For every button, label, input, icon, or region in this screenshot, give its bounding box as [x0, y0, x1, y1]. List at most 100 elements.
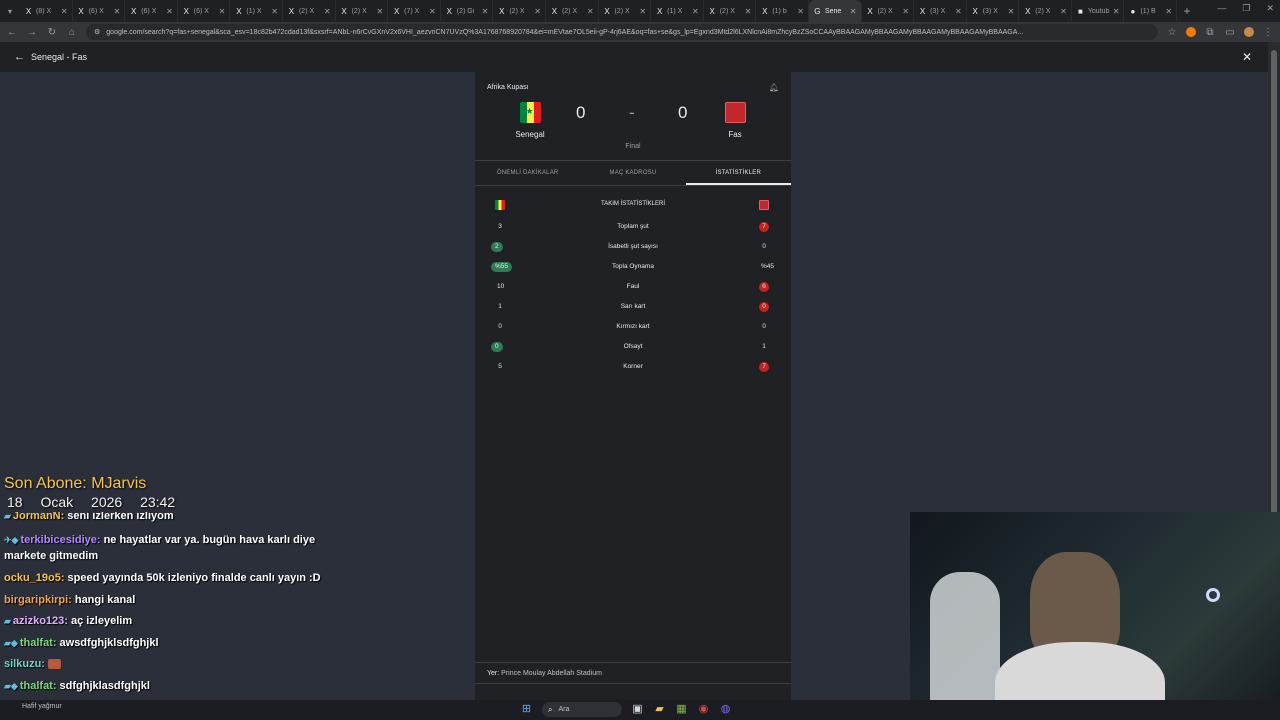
chat-username[interactable]: birgaripkirpi: — [4, 594, 72, 606]
tab-close-icon[interactable]: ✕ — [1060, 7, 1067, 16]
tab-close-icon[interactable]: ✕ — [955, 7, 962, 16]
browser-tab[interactable]: X (2) Gi ✕ — [441, 0, 494, 22]
chat-username[interactable]: azizko123: — [13, 615, 68, 627]
tab-close-icon[interactable]: ✕ — [1008, 7, 1015, 16]
tab-close-icon[interactable]: ✕ — [797, 7, 804, 16]
home-icon[interactable]: ⌂ — [66, 27, 78, 38]
tab-close-icon[interactable]: ✕ — [1113, 7, 1120, 16]
tab-statistics[interactable]: İSTATİSTİKLER — [685, 161, 791, 185]
stat-name: Sarı kart — [620, 303, 646, 310]
tab-close-icon[interactable]: ✕ — [166, 7, 173, 16]
tab-close-icon[interactable]: ✕ — [902, 7, 909, 16]
tab-close-icon[interactable]: ✕ — [61, 7, 68, 16]
tab-close-icon[interactable]: ✕ — [850, 7, 857, 16]
profile-avatar[interactable] — [1244, 27, 1254, 37]
tab-close-icon[interactable]: ✕ — [534, 7, 541, 16]
browser-tab[interactable]: X (2) X ✕ — [599, 0, 652, 22]
tab-search-chevron-icon[interactable]: ▾ — [0, 7, 20, 16]
tab-title: (2) Gi — [456, 7, 475, 15]
tab-close-icon[interactable]: ✕ — [1165, 7, 1172, 16]
browser-tab[interactable]: X (2) X ✕ — [1019, 0, 1072, 22]
browser-tab[interactable]: G Sene ✕ — [808, 0, 862, 22]
browser-tab[interactable]: X (6) X ✕ — [178, 0, 231, 22]
tab-close-icon[interactable]: ✕ — [219, 7, 226, 16]
tab-key-moments[interactable]: ÖNEMLİ DAKİKALAR — [475, 161, 580, 185]
close-icon[interactable]: ✕ — [1242, 50, 1252, 64]
browser-tab[interactable]: X (2) X ✕ — [546, 0, 599, 22]
menu-dots-icon[interactable]: ⋮ — [1262, 27, 1274, 38]
webcam-feed — [910, 512, 1280, 720]
stream-chat: ▰ JormanN: seni izlerken izliyom ✈◆ terkibic… — [4, 512, 364, 700]
stat-row: 0 Kırmızı kart 0 — [475, 321, 791, 335]
chat-username[interactable]: thalfat: — [20, 680, 57, 692]
url-field[interactable]: ⚙ google.com/search?q=fas+senegal&sca_es… — [86, 24, 1158, 40]
weather-widget[interactable]: Hafif yağmur — [22, 703, 62, 710]
minimize-icon[interactable]: — — [1217, 3, 1226, 14]
app-icon[interactable]: ▦ — [675, 703, 688, 716]
tab-close-icon[interactable]: ✕ — [482, 7, 489, 16]
browser-tab[interactable]: X (3) X ✕ — [967, 0, 1020, 22]
away-team[interactable]: Fas — [700, 102, 770, 139]
stat-name: Kırmızı kart — [616, 323, 650, 330]
back-arrow-icon[interactable]: ← — [6, 27, 18, 38]
chat-message: ▰ JormanN: seni izlerken izliyom — [4, 512, 354, 524]
back-arrow-icon[interactable]: ← — [14, 51, 25, 63]
site-info-icon[interactable]: ⚙ — [94, 28, 100, 36]
windows-start-icon[interactable]: ⊞ — [520, 703, 533, 716]
close-window-icon[interactable]: ✕ — [1266, 3, 1274, 14]
browser-tab[interactable]: X (2) X ✕ — [283, 0, 336, 22]
chat-message: ▰◆ thalfat: awsdfghjklsdfghjkl — [4, 635, 354, 651]
file-explorer-icon[interactable]: ▰ — [653, 703, 666, 716]
browser-tab[interactable]: ● (1) B ✕ — [1124, 0, 1178, 22]
tab-close-icon[interactable]: ✕ — [745, 7, 752, 16]
chat-username[interactable]: ocku_19o5: — [4, 572, 65, 584]
tab-title: (7) X — [404, 7, 420, 15]
taskbar-search[interactable]: ⌕ Ara — [542, 702, 622, 717]
home-team[interactable]: Senegal — [495, 102, 565, 139]
search-placeholder: Ara — [558, 706, 570, 713]
tab-close-icon[interactable]: ✕ — [113, 7, 120, 16]
tab-close-icon[interactable]: ✕ — [376, 7, 383, 16]
browser-tab[interactable]: X (1) X ✕ — [651, 0, 704, 22]
reload-icon[interactable]: ↻ — [46, 27, 58, 38]
browser-tab[interactable]: X (7) X ✕ — [388, 0, 441, 22]
chat-emote-icon — [47, 659, 61, 670]
tab-lineups[interactable]: MAÇ KADROSU — [580, 161, 685, 185]
browser-tab[interactable]: X (1) X ✕ — [230, 0, 283, 22]
task-view-icon[interactable]: ▣ — [631, 703, 644, 716]
browser-tab[interactable]: ■ Youtub ✕ — [1072, 0, 1125, 22]
stat-row: %55 Topla Oynama %45 — [475, 261, 791, 275]
chat-username[interactable]: JormanN: — [13, 512, 64, 522]
discord-icon[interactable]: ◍ — [719, 703, 732, 716]
extension-icon[interactable] — [1186, 27, 1196, 37]
browser-tab[interactable]: X (2) X ✕ — [336, 0, 389, 22]
tab-close-icon[interactable]: ✕ — [587, 7, 594, 16]
browser-tab[interactable]: X (1) b ✕ — [756, 0, 809, 22]
chrome-icon[interactable]: ◉ — [697, 703, 710, 716]
browser-tab[interactable]: X (8) X ✕ — [20, 0, 73, 22]
notification-bell-icon[interactable]: 🔔︎ — [769, 83, 779, 92]
chat-username[interactable]: terkibicesidiye: — [20, 534, 100, 546]
last-subscriber-datetime: 18 Ocak 2026 23:42 — [7, 494, 175, 510]
sidepanel-icon[interactable]: ▭ — [1224, 27, 1236, 38]
chat-username[interactable]: thalfat: — [20, 637, 57, 649]
stat-row: 10 Faul 6 — [475, 281, 791, 295]
stat-row: 2 İsabetli şut sayısı 0 — [475, 241, 791, 255]
browser-tab[interactable]: X (3) X ✕ — [914, 0, 967, 22]
browser-tab[interactable]: X (6) X ✕ — [73, 0, 126, 22]
tab-close-icon[interactable]: ✕ — [639, 7, 646, 16]
chat-username[interactable]: silkuzu: — [4, 658, 45, 670]
restore-icon[interactable]: ❐ — [1242, 3, 1250, 14]
forward-arrow-icon[interactable]: → — [26, 27, 38, 38]
tab-close-icon[interactable]: ✕ — [429, 7, 436, 16]
tab-close-icon[interactable]: ✕ — [324, 7, 331, 16]
extensions-puzzle-icon[interactable]: ⧉ — [1204, 27, 1216, 38]
tab-close-icon[interactable]: ✕ — [271, 7, 278, 16]
browser-tab[interactable]: X (6) X ✕ — [125, 0, 178, 22]
browser-tab[interactable]: X (2) X ✕ — [862, 0, 915, 22]
browser-tab[interactable]: X (2) X ✕ — [493, 0, 546, 22]
bookmark-star-icon[interactable]: ☆ — [1166, 27, 1178, 38]
browser-tab[interactable]: X (2) X ✕ — [704, 0, 757, 22]
new-tab-button[interactable]: + — [1177, 4, 1197, 18]
tab-close-icon[interactable]: ✕ — [692, 7, 699, 16]
